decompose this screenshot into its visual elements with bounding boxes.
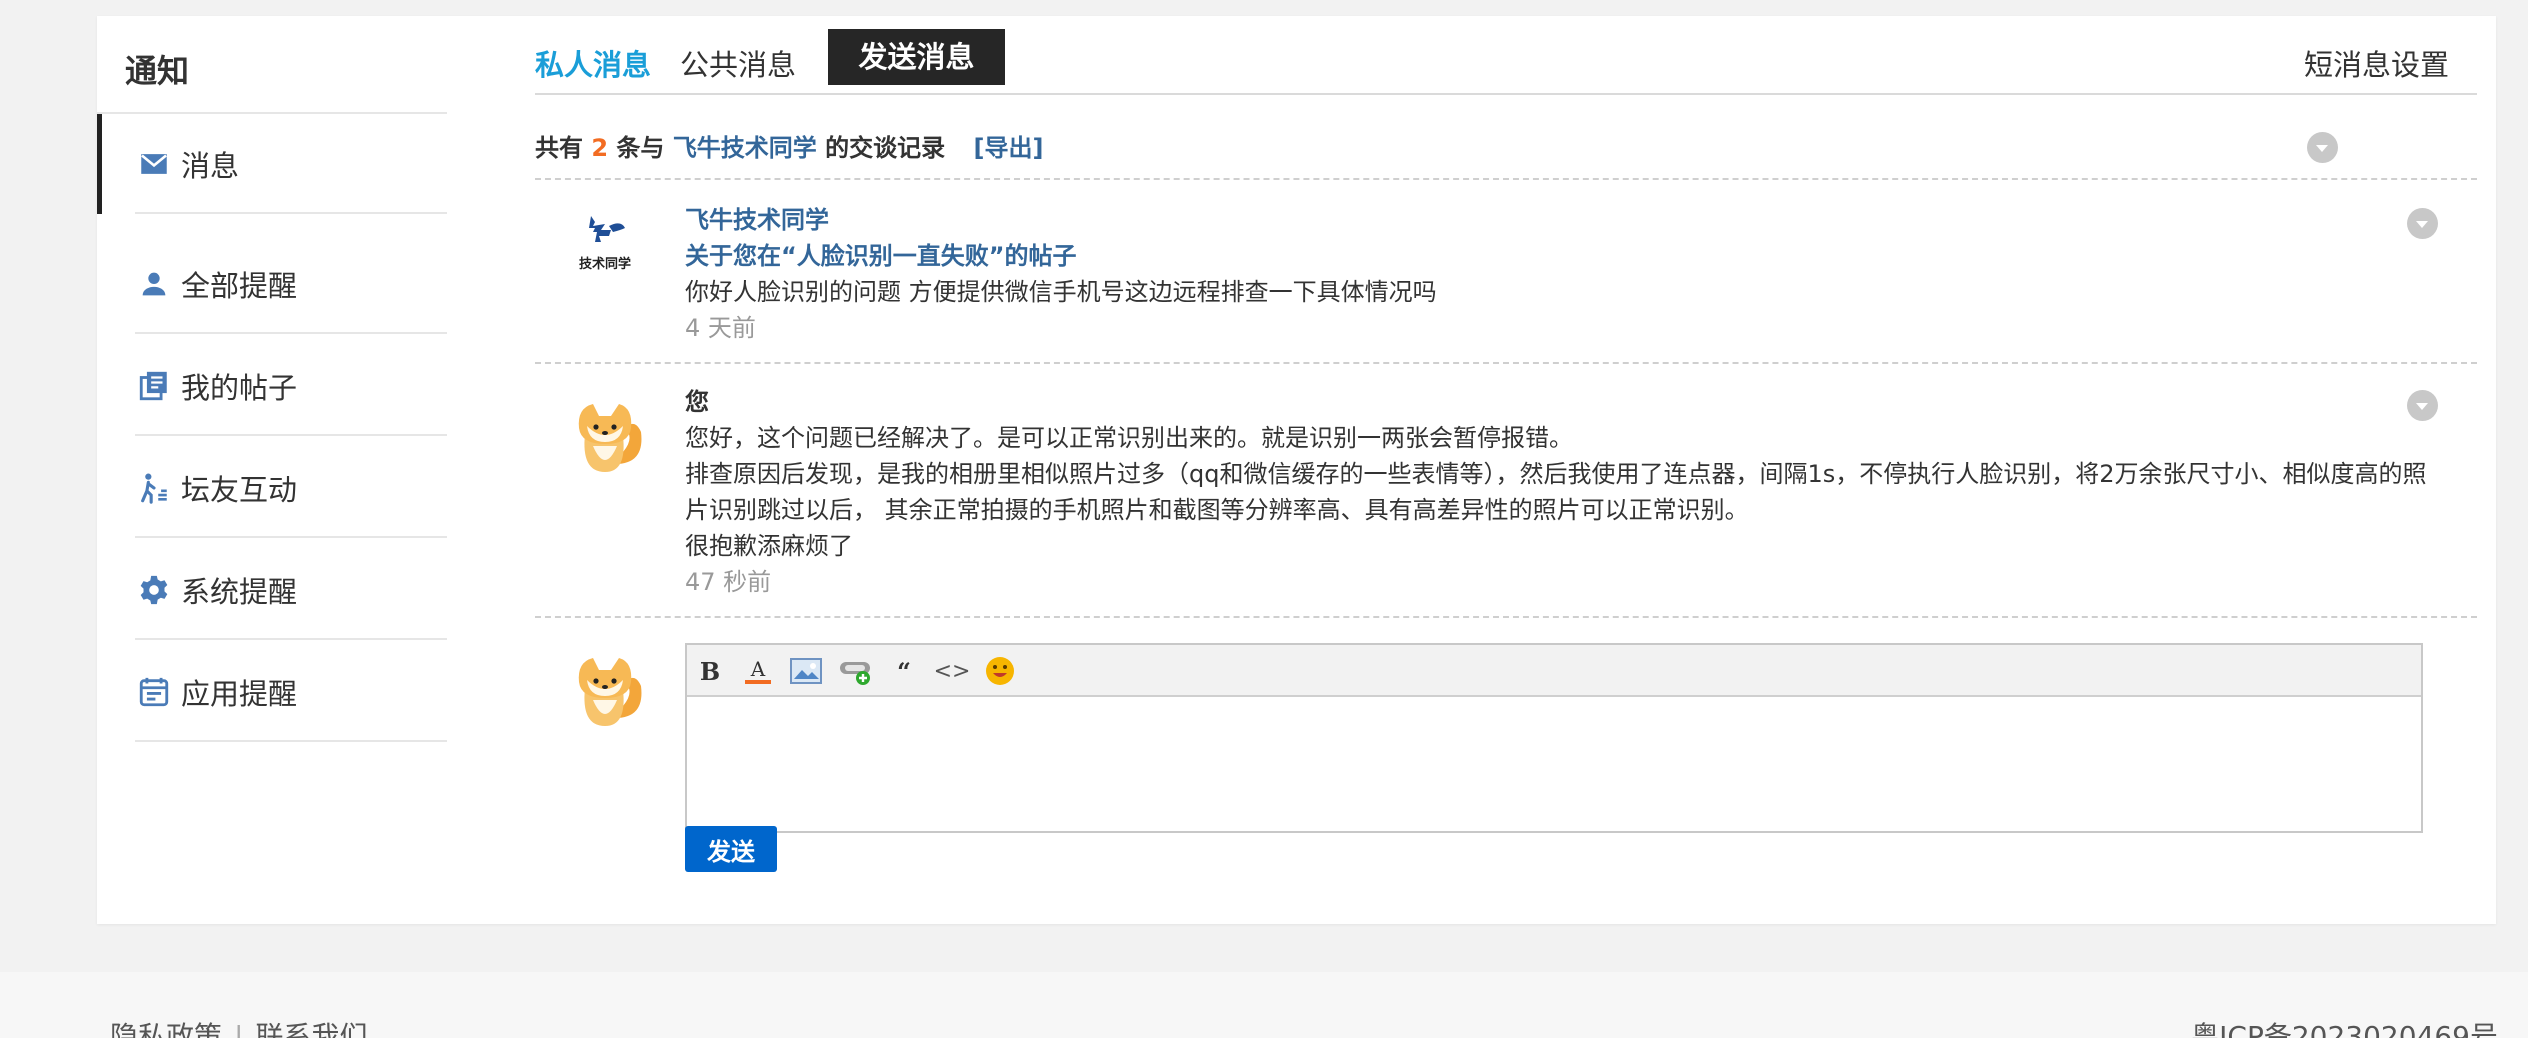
person-icon <box>137 267 171 301</box>
export-link[interactable]: [导出] <box>974 134 1044 162</box>
bold-icon[interactable]: B <box>693 654 727 688</box>
send-button[interactable]: 发送 <box>685 826 777 872</box>
footer-links: 隐私政策 | 联系我们 <box>110 1015 367 1038</box>
tech-avatar: 技术同学 <box>563 210 647 294</box>
conversation-summary: 共有 2 条与 飞牛技术同学 的交谈记录 [导出] <box>535 114 2477 180</box>
message-time: 4 天前 <box>685 314 756 342</box>
link-icon[interactable] <box>839 654 873 688</box>
sidebar-item-app[interactable]: 应用提醒 <box>97 642 447 742</box>
footer-separator: | <box>234 1020 244 1038</box>
gear-icon <box>137 573 171 607</box>
sidebar-item-label: 全部提醒 <box>181 269 298 303</box>
emoji-icon[interactable] <box>983 654 1017 688</box>
sidebar-item-label: 消息 <box>181 149 240 183</box>
summary-prefix: 共有 <box>535 134 583 162</box>
sidebar-item-interaction[interactable]: 坛友互动 <box>97 438 447 538</box>
font-color-glyph: A <box>750 657 766 681</box>
summary-mid: 条与 <box>616 134 665 162</box>
sidebar-title: 通知 <box>125 52 190 90</box>
quote-icon[interactable]: “ <box>887 654 921 688</box>
tab-bar: 私人消息 公共消息 发送消息 短消息设置 <box>535 16 2477 95</box>
send-message-button[interactable]: 发送消息 <box>828 29 1005 85</box>
message-count: 2 <box>591 134 609 162</box>
mail-icon <box>137 147 171 181</box>
message-textarea[interactable] <box>687 697 2421 831</box>
message-body: 飞牛技术同学 关于您在“人脸识别一直失败”的帖子 你好人脸识别的问题 方便提供微… <box>685 202 2447 346</box>
sidebar-item-label: 我的帖子 <box>181 371 298 405</box>
footer <box>0 972 2528 1038</box>
sidebar-item-all-reminders[interactable]: 全部提醒 <box>97 234 447 334</box>
icp-number[interactable]: 粤ICP备2023020469号 <box>2191 1015 2498 1038</box>
sidebar-item-system[interactable]: 系统提醒 <box>97 540 447 640</box>
message-text: 你好人脸识别的问题 方便提供微信手机号这边远程排查一下具体情况吗 <box>685 278 1437 306</box>
tab-private-messages[interactable]: 私人消息 <box>535 42 651 84</box>
summary-text: 共有 2 条与 飞牛技术同学 的交谈记录 [导出] <box>535 128 1043 163</box>
composer-avatar <box>563 648 647 732</box>
user-avatar <box>563 394 647 478</box>
message-subject-link[interactable]: 关于您在“人脸识别一直失败”的帖子 <box>685 242 1077 270</box>
message-item: 您 您好，这个问题已经解决了。是可以正常识别出来的。就是识别一两张会暂停报错。 … <box>535 364 2477 618</box>
main-content: 私人消息 公共消息 发送消息 短消息设置 共有 2 条与 飞牛技术同学 的交谈记… <box>535 16 2477 924</box>
editor-toolbar: B A “ <> <box>687 645 2421 697</box>
message-text: 很抱歉添麻烦了 <box>685 532 853 560</box>
message-author-link[interactable]: 飞牛技术同学 <box>685 206 829 234</box>
interaction-icon <box>137 471 171 505</box>
sidebar-item-my-posts[interactable]: 我的帖子 <box>97 336 447 436</box>
message-item: 技术同学 飞牛技术同学 关于您在“人脸识别一直失败”的帖子 你好人脸识别的问题 … <box>535 182 2477 364</box>
posts-icon <box>137 369 171 403</box>
message-time: 47 秒前 <box>685 568 772 596</box>
privacy-policy-link[interactable]: 隐私政策 <box>110 1020 222 1038</box>
summary-suffix: 的交谈记录 <box>825 134 946 162</box>
message-text: 您好，这个问题已经解决了。是可以正常识别出来的。就是识别一两张会暂停报错。 <box>685 424 1573 452</box>
conversation-partner-link[interactable]: 飞牛技术同学 <box>673 134 817 162</box>
sidebar: 通知 消息 全部提醒 我的帖子 坛友互动 系统提醒 应用提醒 <box>97 16 447 924</box>
calendar-icon <box>137 675 171 709</box>
contact-us-link[interactable]: 联系我们 <box>255 1020 367 1038</box>
message-editor: B A “ <> <box>685 643 2423 833</box>
message-body: 您 您好，这个问题已经解决了。是可以正常识别出来的。就是识别一两张会暂停报错。 … <box>685 384 2447 600</box>
sidebar-item-label: 坛友互动 <box>181 473 298 507</box>
summary-dropdown-icon[interactable] <box>2307 132 2338 163</box>
sidebar-item-label: 系统提醒 <box>181 575 298 609</box>
sidebar-item-label: 应用提醒 <box>181 677 298 711</box>
image-icon[interactable] <box>789 654 823 688</box>
avatar-caption: 技术同学 <box>579 256 631 272</box>
message-settings-link[interactable]: 短消息设置 <box>2304 42 2449 84</box>
message-text: 排查原因后发现，是我的相册里相似照片过多（qq和微信缓存的一些表情等），然后我使… <box>685 460 2427 524</box>
message-author: 您 <box>685 388 709 416</box>
code-icon[interactable]: <> <box>934 654 971 688</box>
font-color-icon[interactable]: A <box>741 654 775 688</box>
notification-card: 通知 消息 全部提醒 我的帖子 坛友互动 系统提醒 应用提醒 私人消息 公共消息… <box>97 16 2496 924</box>
sidebar-item-messages[interactable]: 消息 <box>97 114 447 214</box>
tab-public-messages[interactable]: 公共消息 <box>680 42 796 84</box>
